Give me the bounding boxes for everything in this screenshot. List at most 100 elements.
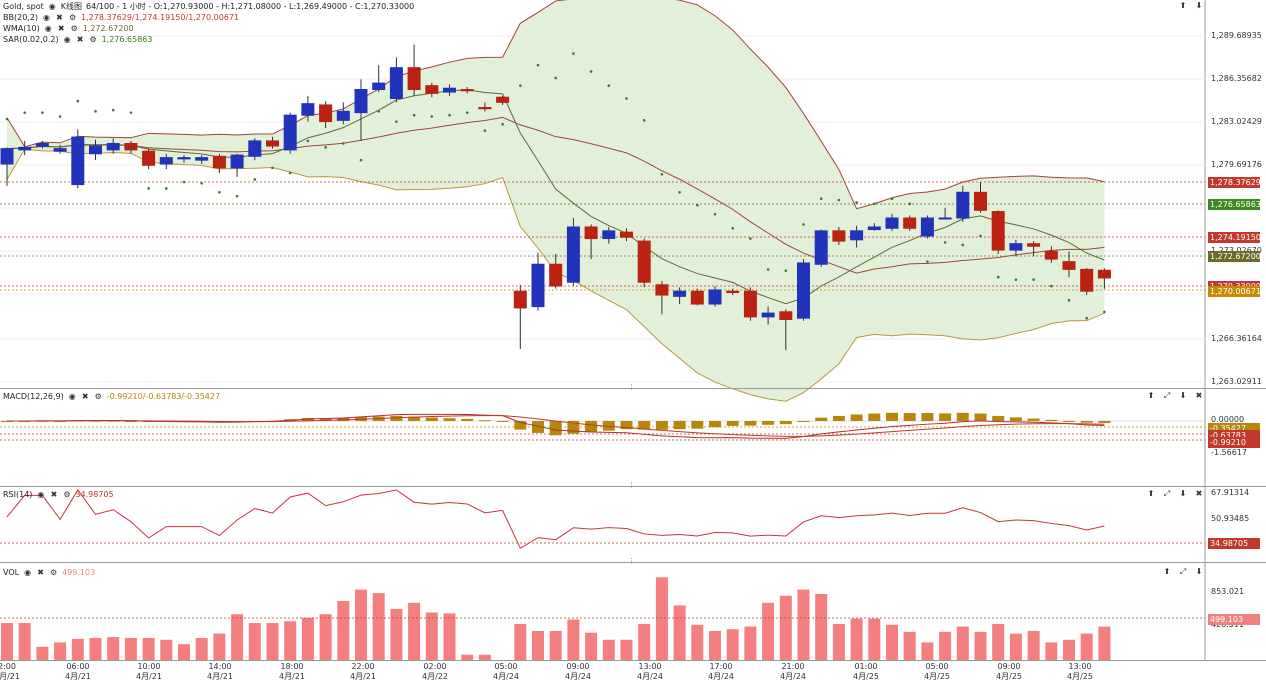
candle-body [372,82,386,91]
candle-body [212,155,226,169]
x-tick-time: 05:00 [925,662,949,671]
sar-dot [430,115,434,118]
close-icon[interactable]: ✖ [55,13,64,22]
candle-body [566,226,580,283]
x-tick-date: 4月/21 [350,672,376,681]
resize-grip-icon[interactable]: ⋮ [628,557,635,565]
move-up-icon[interactable]: ⬆ [1146,489,1156,499]
volume-bar [797,589,810,660]
macd-histogram-bar [1009,417,1022,421]
candle-body [832,230,846,242]
maximize-icon[interactable]: ⤢ [1162,489,1172,499]
close-icon[interactable]: ✖ [36,568,45,577]
x-tick-time: 18:00 [280,662,304,671]
close-icon[interactable]: ✖ [57,24,66,33]
x-tick-date: 4月/25 [1067,672,1093,681]
close-icon[interactable]: ✖ [76,35,85,44]
volume-bar [319,614,332,660]
eye-icon[interactable]: ◉ [63,35,72,44]
y-tick: 1,286.35682 [1211,74,1262,83]
vol-label: VOL [3,568,20,577]
gear-icon[interactable]: ⚙ [49,568,58,577]
sar-dot [448,113,451,117]
macd-histogram-bar [673,421,686,430]
price-pane-controls: ⬆ ⬇ [1178,1,1204,11]
x-tick-date: 4月/22 [422,672,448,681]
volume-bar [372,593,385,660]
gear-icon[interactable]: ⚙ [89,35,98,44]
candle-body [124,142,138,151]
move-up-icon[interactable]: ⬆ [1146,391,1156,401]
candle-body [1027,243,1041,247]
macd-histogram-bar [779,421,792,425]
candle-body [230,154,244,169]
rsi-price-label: 34.98705 [1208,538,1260,549]
move-down-icon[interactable]: ⬇ [1178,489,1188,499]
volume-bar [762,602,775,660]
volume-bar [956,626,969,660]
eye-icon[interactable]: ◉ [68,392,77,401]
sar-dot [165,187,168,190]
x-tick-time: 09:00 [566,662,590,671]
move-down-icon[interactable]: ⬇ [1178,391,1188,401]
move-down-icon[interactable]: ⬇ [1194,567,1204,577]
macd-histogram-bar [974,413,987,421]
price-legend: Gold, spot ◉ K线图 64/100 - 1 小时 - O:1,270… [3,1,414,45]
sar-dot [147,187,150,190]
macd-histogram-bar [832,415,845,421]
sar-dot [412,113,416,117]
x-tick-time: 13:00 [1068,662,1092,671]
sar-dot [342,142,345,145]
vol-legend: VOL ◉ ✖ ⚙ 499.103 [3,567,95,578]
eye-icon[interactable]: ◉ [48,2,57,11]
candle-body [266,140,279,147]
gear-icon[interactable]: ⚙ [68,13,77,22]
x-tick-time: 09:00 [997,662,1021,671]
macd-histogram-bar [903,413,916,421]
move-up-icon[interactable]: ⬆ [1162,567,1172,577]
macd-histogram-bar [1098,421,1111,424]
sar-price-label: 1,276.65863 [1208,199,1261,210]
wma-price-label: 1,272.67200 [1208,251,1261,262]
resize-grip-icon[interactable]: ⋮ [628,481,635,489]
y-tick: -1.56617 [1211,448,1247,457]
volume-bar [425,612,438,660]
sar-dot [749,237,752,240]
close-icon[interactable]: ✖ [1194,489,1204,499]
candle-body [1062,261,1076,270]
move-up-icon[interactable]: ⬆ [1178,1,1188,11]
sar-dot [5,117,9,121]
sar-dot [94,110,97,113]
close-icon[interactable]: ✖ [49,490,58,499]
eye-icon[interactable]: ◉ [36,490,45,499]
eye-icon[interactable]: ◉ [23,568,32,577]
maximize-icon[interactable]: ⤢ [1178,567,1188,577]
sar-dot [979,234,982,238]
gear-icon[interactable]: ⚙ [94,392,103,401]
eye-icon[interactable]: ◉ [42,13,51,22]
sar-dot [483,129,487,132]
x-tick-date: 4月/25 [853,672,879,681]
macd-histogram-bar [496,420,509,422]
gear-icon[interactable]: ⚙ [62,490,71,499]
gear-icon[interactable]: ⚙ [70,24,79,33]
volume-bar [54,642,67,660]
x-tick-time: 02:00 [423,662,447,671]
candle-body [195,157,209,161]
close-icon[interactable]: ✖ [81,392,90,401]
resize-grip-icon[interactable]: ⋮ [628,383,635,391]
close-icon[interactable]: ✖ [1194,391,1204,401]
x-tick-time: 21:00 [781,662,805,671]
sar-dot [271,166,274,170]
volume-bar [638,623,651,660]
y-tick: 1,289.68935 [1211,31,1262,40]
macd-histogram-bar [1080,421,1093,423]
volume-bar [992,623,1005,660]
volume-bar [673,605,686,660]
volume-bar [443,613,456,660]
maximize-icon[interactable]: ⤢ [1162,391,1172,401]
candle-body [89,145,102,155]
eye-icon[interactable]: ◉ [44,24,53,33]
volume-bar [532,630,544,660]
move-down-icon[interactable]: ⬇ [1194,1,1204,11]
